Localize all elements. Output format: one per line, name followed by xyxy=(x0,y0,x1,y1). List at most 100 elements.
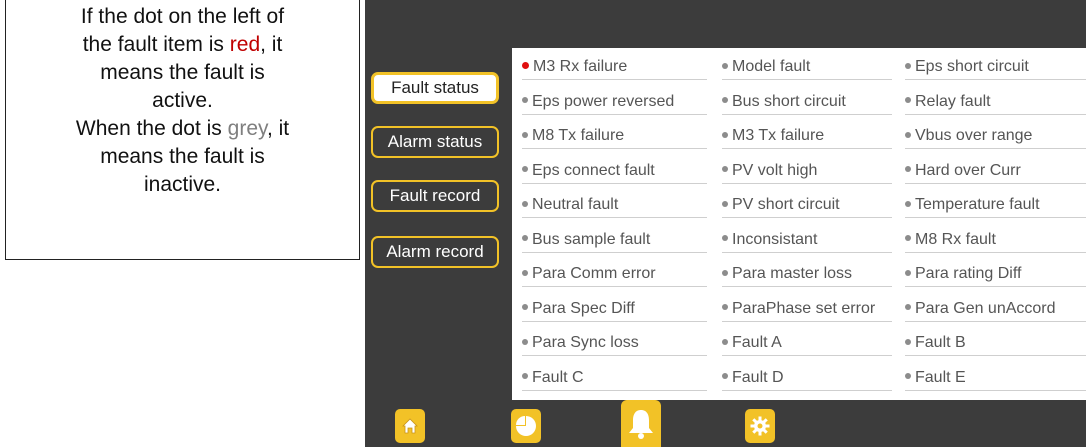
fault-label: Bus sample fault xyxy=(532,230,651,248)
device-screen: Fault status Alarm status Fault record A… xyxy=(365,0,1086,447)
note-line: means the fault is xyxy=(100,145,265,168)
fault-item: Fault E xyxy=(905,367,1086,391)
statistics-button[interactable] xyxy=(511,409,541,443)
fault-item: Fault C xyxy=(522,367,707,391)
alarm-button[interactable] xyxy=(621,400,661,447)
fault-label: ParaPhase set error xyxy=(732,299,876,317)
fault-item: Inconsistant xyxy=(722,229,892,253)
fault-label: Fault D xyxy=(732,368,784,386)
sidebar: Fault status Alarm status Fault record A… xyxy=(365,48,510,400)
fault-label: Eps connect fault xyxy=(532,161,655,179)
fault-label: PV volt high xyxy=(732,161,818,179)
fault-label: Bus short circuit xyxy=(732,92,846,110)
fault-item: Eps power reversed xyxy=(522,91,707,115)
fault-label: Neutral fault xyxy=(532,196,619,213)
inactive-fault-dot xyxy=(722,62,728,69)
fault-label: Fault A xyxy=(732,334,782,351)
home-button[interactable] xyxy=(395,409,425,443)
fault-item: Eps connect fault xyxy=(522,160,707,184)
inactive-fault-dot xyxy=(722,373,728,380)
pie-chart-icon xyxy=(516,416,536,436)
fault-record-button[interactable]: Fault record xyxy=(371,180,499,212)
fault-item: Bus sample fault xyxy=(522,229,707,253)
alarm-status-button[interactable]: Alarm status xyxy=(371,126,499,158)
fault-item: Vbus over range xyxy=(905,125,1086,149)
fault-item: Fault D xyxy=(722,367,892,391)
grey-word: grey xyxy=(227,117,267,140)
fault-label: M3 Tx failure xyxy=(732,127,825,144)
fault-label: M8 Tx failure xyxy=(532,127,625,144)
inactive-fault-dot xyxy=(905,373,911,380)
inactive-fault-dot xyxy=(522,373,528,380)
inactive-fault-dot xyxy=(905,304,911,311)
inactive-fault-dot xyxy=(522,131,528,138)
fault-item: Fault B xyxy=(905,332,1086,356)
inactive-fault-dot xyxy=(522,235,528,242)
fault-item: M3 Rx failure xyxy=(522,56,707,80)
fault-list-panel: M3 Rx failure Model fault Eps short circui… xyxy=(512,48,1086,400)
fault-status-button[interactable]: Fault status xyxy=(371,72,499,104)
fault-item: Para master loss xyxy=(722,263,892,287)
note-line: inactive. xyxy=(143,173,222,196)
fault-label: Para rating Diff xyxy=(915,265,1022,282)
inactive-fault-dot xyxy=(522,166,528,173)
fault-label: Para master loss xyxy=(732,265,853,282)
home-icon xyxy=(402,418,418,434)
fault-item: Para rating Diff xyxy=(905,263,1086,287)
fault-label: Eps power reversed xyxy=(532,92,675,110)
gear-icon xyxy=(750,416,770,436)
note-line: means the fault is xyxy=(100,61,265,84)
fault-item: Para Comm error xyxy=(522,263,707,287)
inactive-fault-dot xyxy=(522,200,528,207)
fault-item: PV short circuit xyxy=(722,194,892,218)
fault-item: Neutral fault xyxy=(522,194,707,218)
fault-label: Vbus over range xyxy=(915,127,1033,144)
fault-label: Para Comm error xyxy=(532,265,656,282)
fault-item: Para Gen unAccord xyxy=(905,298,1086,322)
inactive-fault-dot xyxy=(522,304,528,311)
fault-item: Temperature fault xyxy=(905,194,1086,218)
fault-label: PV short circuit xyxy=(732,196,840,213)
note-line: When the dot is grey, it xyxy=(75,117,290,140)
settings-button[interactable] xyxy=(745,409,775,443)
fault-label: Model fault xyxy=(732,58,811,75)
fault-item: Fault A xyxy=(722,332,892,356)
note-line: If the dot on the left of xyxy=(80,5,285,28)
inactive-fault-dot xyxy=(722,166,728,173)
fault-item: Eps short circuit xyxy=(905,56,1086,80)
inactive-fault-dot xyxy=(722,338,728,345)
red-word: red xyxy=(229,33,261,56)
fault-item: M3 Tx failure xyxy=(722,125,892,149)
inactive-fault-dot xyxy=(722,97,728,104)
fault-item: PV volt high xyxy=(722,160,892,184)
inactive-fault-dot xyxy=(905,166,911,173)
fault-label: Para Spec Diff xyxy=(532,299,635,317)
inactive-fault-dot xyxy=(522,269,528,276)
fault-item: Model fault xyxy=(722,56,892,80)
inactive-fault-dot xyxy=(905,200,911,207)
inactive-fault-dot xyxy=(722,304,728,311)
inactive-fault-dot xyxy=(905,235,911,242)
fault-item: Para Spec Diff xyxy=(522,298,707,322)
inactive-fault-dot xyxy=(905,131,911,138)
fault-item: Para Sync loss xyxy=(522,332,707,356)
inactive-fault-dot xyxy=(722,131,728,138)
fault-item: ParaPhase set error xyxy=(722,298,892,322)
note-line: active. xyxy=(152,89,213,112)
fault-label: Relay fault xyxy=(915,92,991,110)
fault-item: Hard over Curr xyxy=(905,160,1086,184)
active-fault-dot xyxy=(522,62,529,70)
explanation-callout: If the dot on the left of the fault item… xyxy=(5,0,360,260)
fault-label: Fault B xyxy=(915,334,966,351)
fault-label: Inconsistant xyxy=(732,230,818,248)
inactive-fault-dot xyxy=(905,97,911,104)
alarm-record-button[interactable]: Alarm record xyxy=(371,236,499,268)
fault-item: Relay fault xyxy=(905,91,1086,115)
fault-label: Hard over Curr xyxy=(915,161,1021,179)
fault-label: Fault C xyxy=(532,368,584,386)
fault-label: Para Gen unAccord xyxy=(915,299,1056,317)
inactive-fault-dot xyxy=(722,235,728,242)
fault-label: Temperature fault xyxy=(915,196,1040,213)
bell-icon xyxy=(629,409,653,439)
fault-label: Para Sync loss xyxy=(532,334,639,351)
